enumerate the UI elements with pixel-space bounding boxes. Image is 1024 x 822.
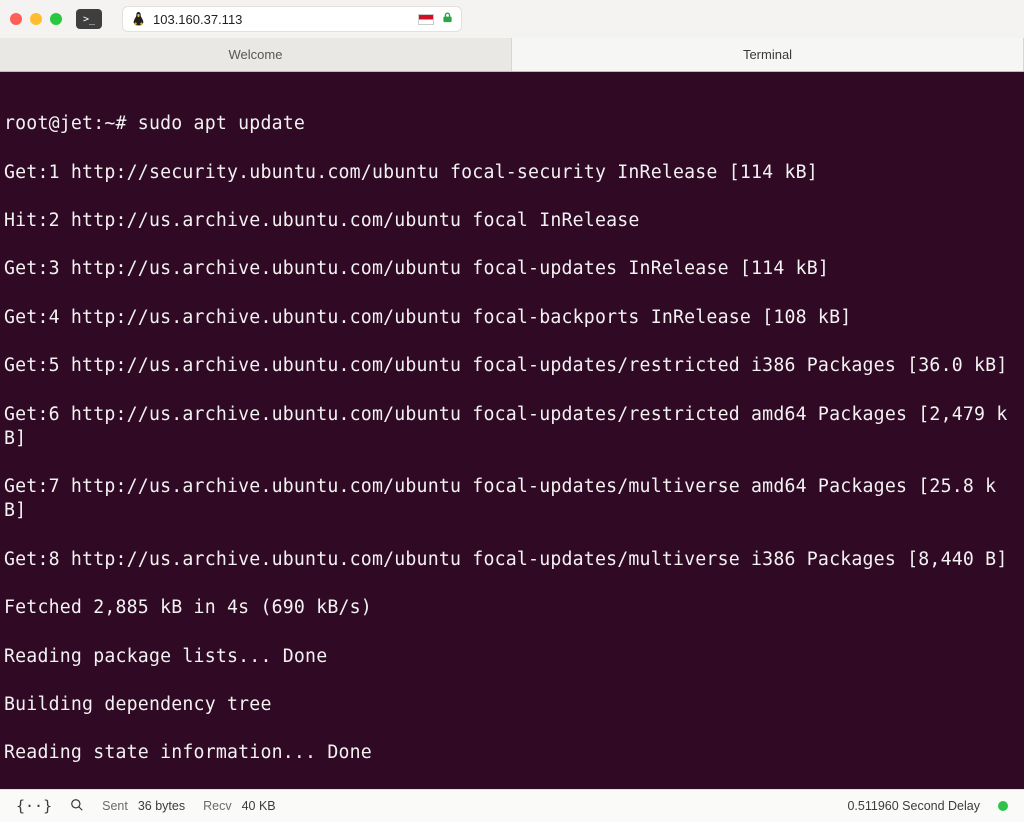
tab-welcome[interactable]: Welcome [0,38,512,71]
terminal-icon-glyph: >_ [83,14,95,25]
output-line: Get:3 http://us.archive.ubuntu.com/ubunt… [4,257,1018,281]
terminal-area[interactable]: root@jet:~# sudo apt update Get:1 http:/… [0,72,1024,789]
recv-segment: Recv 40 KB [203,799,276,813]
linux-icon [131,12,145,26]
minimize-button[interactable] [30,13,42,25]
recv-label: Recv [203,799,231,813]
output-line: Get:7 http://us.archive.ubuntu.com/ubunt… [4,475,1018,523]
output-line: Fetched 2,885 kB in 4s (690 kB/s) [4,596,1018,620]
output-line: Get:5 http://us.archive.ubuntu.com/ubunt… [4,354,1018,378]
output-line: Get:1 http://security.ubuntu.com/ubuntu … [4,161,1018,185]
sent-segment: Sent 36 bytes [102,799,185,813]
tab-bar: Welcome Terminal [0,38,1024,72]
sent-label: Sent [102,799,128,813]
output-line: Reading state information... Done [4,741,1018,765]
tab-label: Welcome [229,47,283,62]
output-line: Reading package lists... Done [4,645,1018,669]
output-line: Building dependency tree [4,693,1018,717]
address-text: 103.160.37.113 [153,12,410,27]
recv-value: 40 KB [242,799,276,813]
output-line: Get:6 http://us.archive.ubuntu.com/ubunt… [4,403,1018,451]
address-bar[interactable]: 103.160.37.113 [122,6,462,32]
output-line: Hit:2 http://us.archive.ubuntu.com/ubunt… [4,209,1018,233]
braces-icon[interactable]: {··} [16,797,52,815]
country-flag-icon [418,14,434,25]
sent-value: 36 bytes [138,799,185,813]
tab-terminal[interactable]: Terminal [512,38,1024,71]
connection-status-icon [998,801,1008,811]
output-line: Get:8 http://us.archive.ubuntu.com/ubunt… [4,548,1018,572]
window-titlebar: >_ 103.160.37.113 [0,0,1024,38]
status-bar: {··} Sent 36 bytes Recv 40 KB 0.511960 S… [0,789,1024,822]
prompt-line: root@jet:~# sudo apt update [4,112,1018,136]
lock-icon [442,11,453,27]
tab-label: Terminal [743,47,792,62]
delay-text: 0.511960 Second Delay [847,799,980,813]
terminal-icon[interactable]: >_ [76,9,102,29]
search-icon[interactable] [70,798,84,815]
close-button[interactable] [10,13,22,25]
zoom-button[interactable] [50,13,62,25]
output-line: Get:4 http://us.archive.ubuntu.com/ubunt… [4,306,1018,330]
traffic-lights [10,13,62,25]
